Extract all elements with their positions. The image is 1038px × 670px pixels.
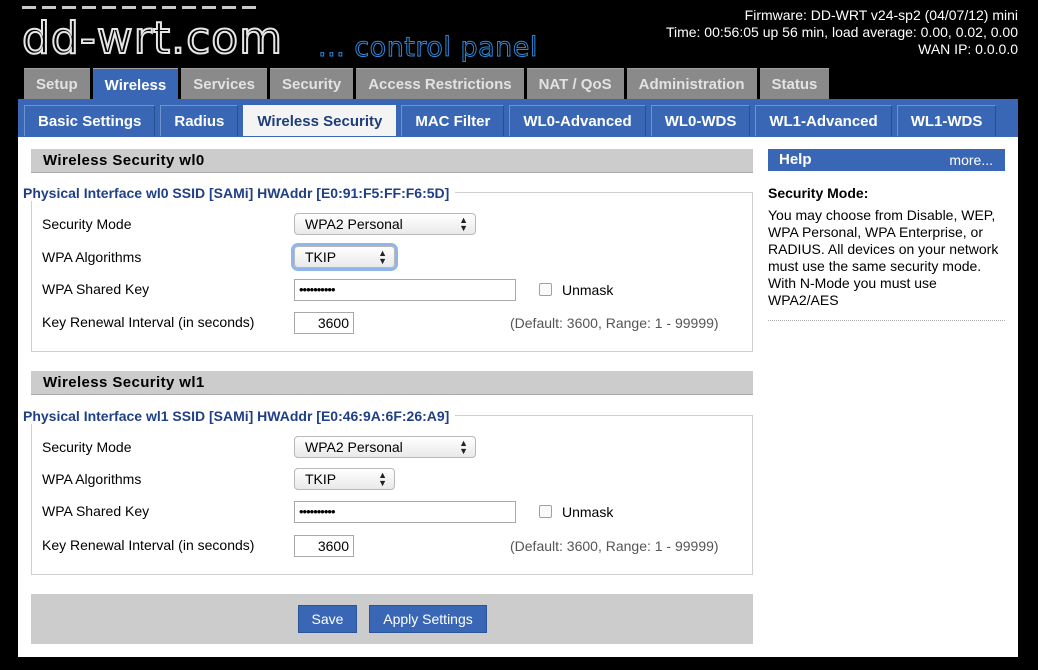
security-mode-select[interactable]: WPA2 Personal ▲ ▼	[294, 213, 476, 235]
fieldset-wl1: Physical Interface wl1 SSID [SAMi] HWAdd…	[23, 408, 753, 575]
unmask-label: Unmask	[562, 282, 614, 298]
header: dd-wrt.com ... control panel Firmware: D…	[0, 0, 1038, 70]
uptime: Time: 00:56:05 up 56 min, load average: …	[665, 24, 1018, 40]
renewal-input[interactable]: 3600	[294, 535, 354, 557]
subtab-wl1-wds[interactable]: WL1-WDS	[896, 105, 997, 136]
interface-legend-wl0: Physical Interface wl0 SSID [SAMi] HWAdd…	[23, 185, 456, 201]
subtab-wl1-advanced[interactable]: WL1-Advanced	[755, 105, 892, 136]
help-header: Help more...	[768, 149, 1005, 171]
subtab-wl0-wds[interactable]: WL0-WDS	[650, 105, 751, 136]
fieldset-wl0: Physical Interface wl0 SSID [SAMi] HWAdd…	[23, 185, 753, 352]
wpa-algorithms-select[interactable]: TKIP ▲ ▼	[294, 468, 395, 490]
subtab-radius[interactable]: Radius	[160, 105, 239, 136]
wan-ip: WAN IP: 0.0.0.0	[918, 41, 1018, 57]
help-divider	[768, 320, 1005, 321]
security-mode-label: Security Mode	[42, 216, 132, 232]
control-panel-subtitle: ... control panel	[318, 32, 538, 64]
renewal-hint: (Default: 3600, Range: 1 - 99999)	[510, 538, 719, 554]
wpa-algorithms-value: TKIP	[305, 471, 337, 487]
subtab-wl0-advanced[interactable]: WL0-Advanced	[509, 105, 646, 136]
main-tabs: Setup Wireless Services Security Access …	[24, 68, 830, 101]
section-header-wl0: Wireless Security wl0	[31, 149, 753, 173]
shared-key-label: WPA Shared Key	[42, 281, 150, 297]
security-mode-value: WPA2 Personal	[305, 216, 403, 232]
wpa-algorithms-label: WPA Algorithms	[42, 471, 142, 487]
help-title: Help	[779, 151, 812, 168]
dd-wrt-logo: dd-wrt.com	[21, 13, 284, 65]
wpa-algorithms-label: WPA Algorithms	[42, 249, 142, 265]
select-arrows-icon: ▲ ▼	[378, 470, 387, 488]
tab-setup[interactable]: Setup	[24, 68, 90, 100]
subtab-mac-filter[interactable]: MAC Filter	[401, 105, 505, 136]
renewal-hint: (Default: 3600, Range: 1 - 99999)	[510, 315, 719, 331]
tab-wireless[interactable]: Wireless	[92, 68, 179, 101]
logo-dots	[22, 6, 256, 9]
shared-key-label: WPA Shared Key	[42, 503, 150, 519]
unmask-checkbox[interactable]	[539, 505, 552, 518]
security-mode-value: WPA2 Personal	[305, 439, 403, 455]
select-arrows-icon: ▲ ▼	[459, 438, 468, 456]
wpa-algorithms-select[interactable]: TKIP ▲ ▼	[294, 246, 395, 268]
select-arrows-icon: ▲ ▼	[378, 248, 387, 266]
subtab-wireless-security[interactable]: Wireless Security	[243, 105, 397, 136]
button-bar: Save Apply Settings	[31, 594, 753, 644]
apply-settings-button[interactable]: Apply Settings	[369, 605, 487, 633]
subtab-basic-settings[interactable]: Basic Settings	[24, 105, 156, 136]
interface-legend-wl1: Physical Interface wl1 SSID [SAMi] HWAdd…	[23, 408, 456, 424]
sub-tabs: Basic Settings Radius Wireless Security …	[24, 105, 997, 136]
renewal-input[interactable]: 3600	[294, 312, 354, 334]
help-text: You may choose from Disable, WEP, WPA Pe…	[768, 207, 999, 308]
unmask-checkbox[interactable]	[539, 283, 552, 296]
select-arrows-icon: ▲ ▼	[459, 215, 468, 233]
shared-key-input[interactable]: ••••••••••	[294, 279, 516, 301]
router-info: Firmware: DD-WRT v24-sp2 (04/07/12) mini…	[666, 7, 1018, 58]
firmware-version: Firmware: DD-WRT v24-sp2 (04/07/12) mini	[744, 7, 1018, 23]
renewal-label: Key Renewal Interval (in seconds)	[42, 537, 255, 553]
help-heading: Security Mode:	[768, 185, 869, 201]
security-mode-label: Security Mode	[42, 439, 132, 455]
tab-services[interactable]: Services	[181, 68, 267, 100]
help-more-link[interactable]: more...	[949, 149, 993, 171]
unmask-label: Unmask	[562, 504, 614, 520]
section-header-wl1: Wireless Security wl1	[31, 371, 753, 395]
tab-status[interactable]: Status	[759, 68, 830, 100]
tab-security[interactable]: Security	[269, 68, 354, 100]
save-button[interactable]: Save	[298, 605, 357, 633]
tab-access-restrictions[interactable]: Access Restrictions	[356, 68, 524, 100]
renewal-label: Key Renewal Interval (in seconds)	[42, 314, 255, 330]
shared-key-input[interactable]: ••••••••••	[294, 501, 516, 523]
content-area: Wireless Security wl0 Physical Interface…	[18, 137, 1018, 657]
tab-nat-qos[interactable]: NAT / QoS	[526, 68, 624, 100]
wpa-algorithms-value: TKIP	[305, 249, 337, 265]
tab-administration[interactable]: Administration	[626, 68, 757, 100]
security-mode-select[interactable]: WPA2 Personal ▲ ▼	[294, 436, 476, 458]
